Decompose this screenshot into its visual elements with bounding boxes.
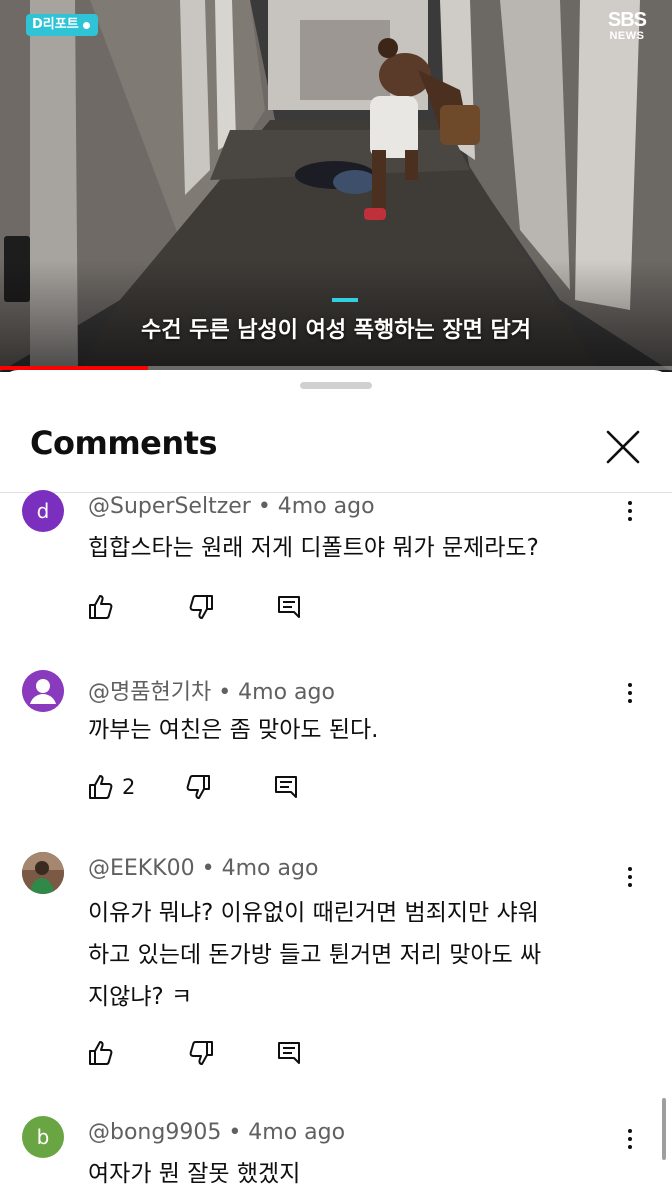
comment-line: 까부는 여친은 좀 맞아도 된다. <box>88 717 379 743</box>
meta-separator: • <box>211 680 239 705</box>
profile-photo-icon <box>22 852 64 894</box>
thumbs-down-icon <box>189 1041 213 1065</box>
comments-title: Comments <box>30 424 217 462</box>
reply-icon <box>278 1042 300 1064</box>
more-dot-icon <box>628 867 632 871</box>
badge-dot-icon <box>82 21 90 29</box>
scrollbar-thumb[interactable] <box>662 1098 666 1160</box>
channel-badge: D리포트 <box>26 14 98 36</box>
channel-badge-label: D리포트 <box>32 17 79 32</box>
more-dot-icon <box>628 699 632 703</box>
more-dot-icon <box>628 1129 632 1133</box>
logo-bottom-text: NEWS <box>609 30 645 42</box>
more-dot-icon <box>628 501 632 505</box>
like-button[interactable] <box>86 772 116 802</box>
comment-item: d @SuperSeltzer • 4mo ago 힙합스타는 원래 저게 디폴… <box>0 490 672 630</box>
like-button[interactable] <box>86 592 116 622</box>
more-dot-icon <box>628 1137 632 1141</box>
more-dot-icon <box>628 683 632 687</box>
reply-button[interactable] <box>271 772 301 802</box>
comment-line: 하고 있는데 돈가방 들고 튄거면 저리 맞아도 싸 <box>88 942 542 968</box>
drag-handle[interactable] <box>300 382 372 389</box>
sbs-news-logo: SBS NEWS <box>607 9 647 42</box>
comment-line: 이유가 뭐냐? 이유없이 때린거면 범죄지만 샤워 <box>88 900 539 926</box>
more-dot-icon <box>628 875 632 879</box>
comment-meta: @명품현기차 • 4mo ago <box>88 674 335 706</box>
dislike-button[interactable] <box>186 1038 216 1068</box>
avatar[interactable] <box>22 670 64 712</box>
close-button[interactable] <box>598 422 648 472</box>
comment-more-button[interactable] <box>616 494 644 528</box>
more-dot-icon <box>628 517 632 521</box>
logo-top-text: SBS <box>607 9 647 31</box>
comment-author[interactable]: @명품현기차 <box>88 680 211 705</box>
comment-age: 4mo ago <box>238 680 335 705</box>
comment-actions <box>86 590 304 624</box>
more-dot-icon <box>628 691 632 695</box>
comment-meta: @bong9905 • 4mo ago <box>88 1120 345 1145</box>
like-count: 2 <box>122 775 136 799</box>
comment-author[interactable]: @bong9905 <box>88 1120 221 1145</box>
comment-actions <box>86 1036 304 1070</box>
comments-sheet: Comments d @SuperSeltzer • 4mo ago 힙합스타는… <box>0 370 672 1200</box>
meta-separator: • <box>221 1120 249 1145</box>
comment-author[interactable]: @SuperSeltzer <box>88 494 251 519</box>
comment-more-button[interactable] <box>616 860 644 894</box>
thumbs-up-icon <box>89 1041 113 1065</box>
avatar[interactable] <box>22 852 64 894</box>
comment-meta: @SuperSeltzer • 4mo ago <box>88 494 375 519</box>
dislike-button[interactable] <box>183 772 213 802</box>
comment-item: @명품현기차 • 4mo ago 까부는 여친은 좀 맞아도 된다. 2 <box>0 670 672 820</box>
avatar-letter: b <box>36 1125 50 1149</box>
reply-icon <box>275 776 298 798</box>
comment-age: 4mo ago <box>248 1120 346 1145</box>
thumbs-down-icon <box>186 775 211 799</box>
comment-text: 이유가 뭐냐? 이유없이 때린거면 범죄지만 샤워 하고 있는데 돈가방 들고 … <box>88 892 628 1018</box>
thumbs-up-icon <box>89 595 113 619</box>
reply-icon <box>278 596 300 618</box>
reply-button[interactable] <box>274 1038 304 1068</box>
avatar[interactable]: b <box>22 1116 64 1158</box>
video-player[interactable]: D리포트 SBS NEWS 수건 두른 남성이 여성 폭행하는 장면 담겨 <box>0 0 672 372</box>
comment-author[interactable]: @EEKK00 <box>88 856 195 881</box>
like-button[interactable] <box>86 1038 116 1068</box>
avatar[interactable]: d <box>22 490 64 532</box>
comment-meta: @EEKK00 • 4mo ago <box>88 856 318 881</box>
video-caption: 수건 두른 남성이 여성 폭행하는 장면 담겨 <box>140 318 532 343</box>
more-dot-icon <box>628 509 632 513</box>
comment-more-button[interactable] <box>616 1122 644 1156</box>
comment-text: 여자가 뭔 잘못 했겠지 <box>88 1154 628 1194</box>
comment-age: 4mo ago <box>221 856 319 881</box>
meta-separator: • <box>250 494 278 519</box>
reply-button[interactable] <box>274 592 304 622</box>
comment-line: 지않냐? ㅋ <box>88 984 193 1010</box>
avatar-letter: d <box>36 499 50 523</box>
comment-item: b @bong9905 • 4mo ago 여자가 뭔 잘못 했겠지 <box>0 1116 672 1200</box>
comment-text: 까부는 여친은 좀 맞아도 된다. <box>88 710 628 750</box>
comment-line: 여자가 뭔 잘못 했겠지 <box>88 1161 301 1187</box>
thumbs-down-icon <box>189 595 213 619</box>
more-dot-icon <box>628 883 632 887</box>
more-dot-icon <box>628 1145 632 1149</box>
meta-separator: • <box>194 856 222 881</box>
thumbs-up-icon <box>89 775 113 799</box>
comment-text: 힙합스타는 원래 저게 디폴트야 뭐가 문제라도? <box>88 528 628 568</box>
comment-more-button[interactable] <box>616 676 644 710</box>
comment-line: 힙합스타는 원래 저게 디폴트야 뭐가 문제라도? <box>88 535 539 561</box>
dislike-button[interactable] <box>186 592 216 622</box>
close-icon <box>606 430 640 464</box>
comment-age: 4mo ago <box>277 494 375 519</box>
caption-accent-bar <box>332 298 358 302</box>
comment-actions: 2 <box>86 770 301 804</box>
comment-item: @EEKK00 • 4mo ago 이유가 뭐냐? 이유없이 때린거면 범죄지만… <box>0 852 672 1072</box>
default-avatar-icon <box>22 670 64 712</box>
